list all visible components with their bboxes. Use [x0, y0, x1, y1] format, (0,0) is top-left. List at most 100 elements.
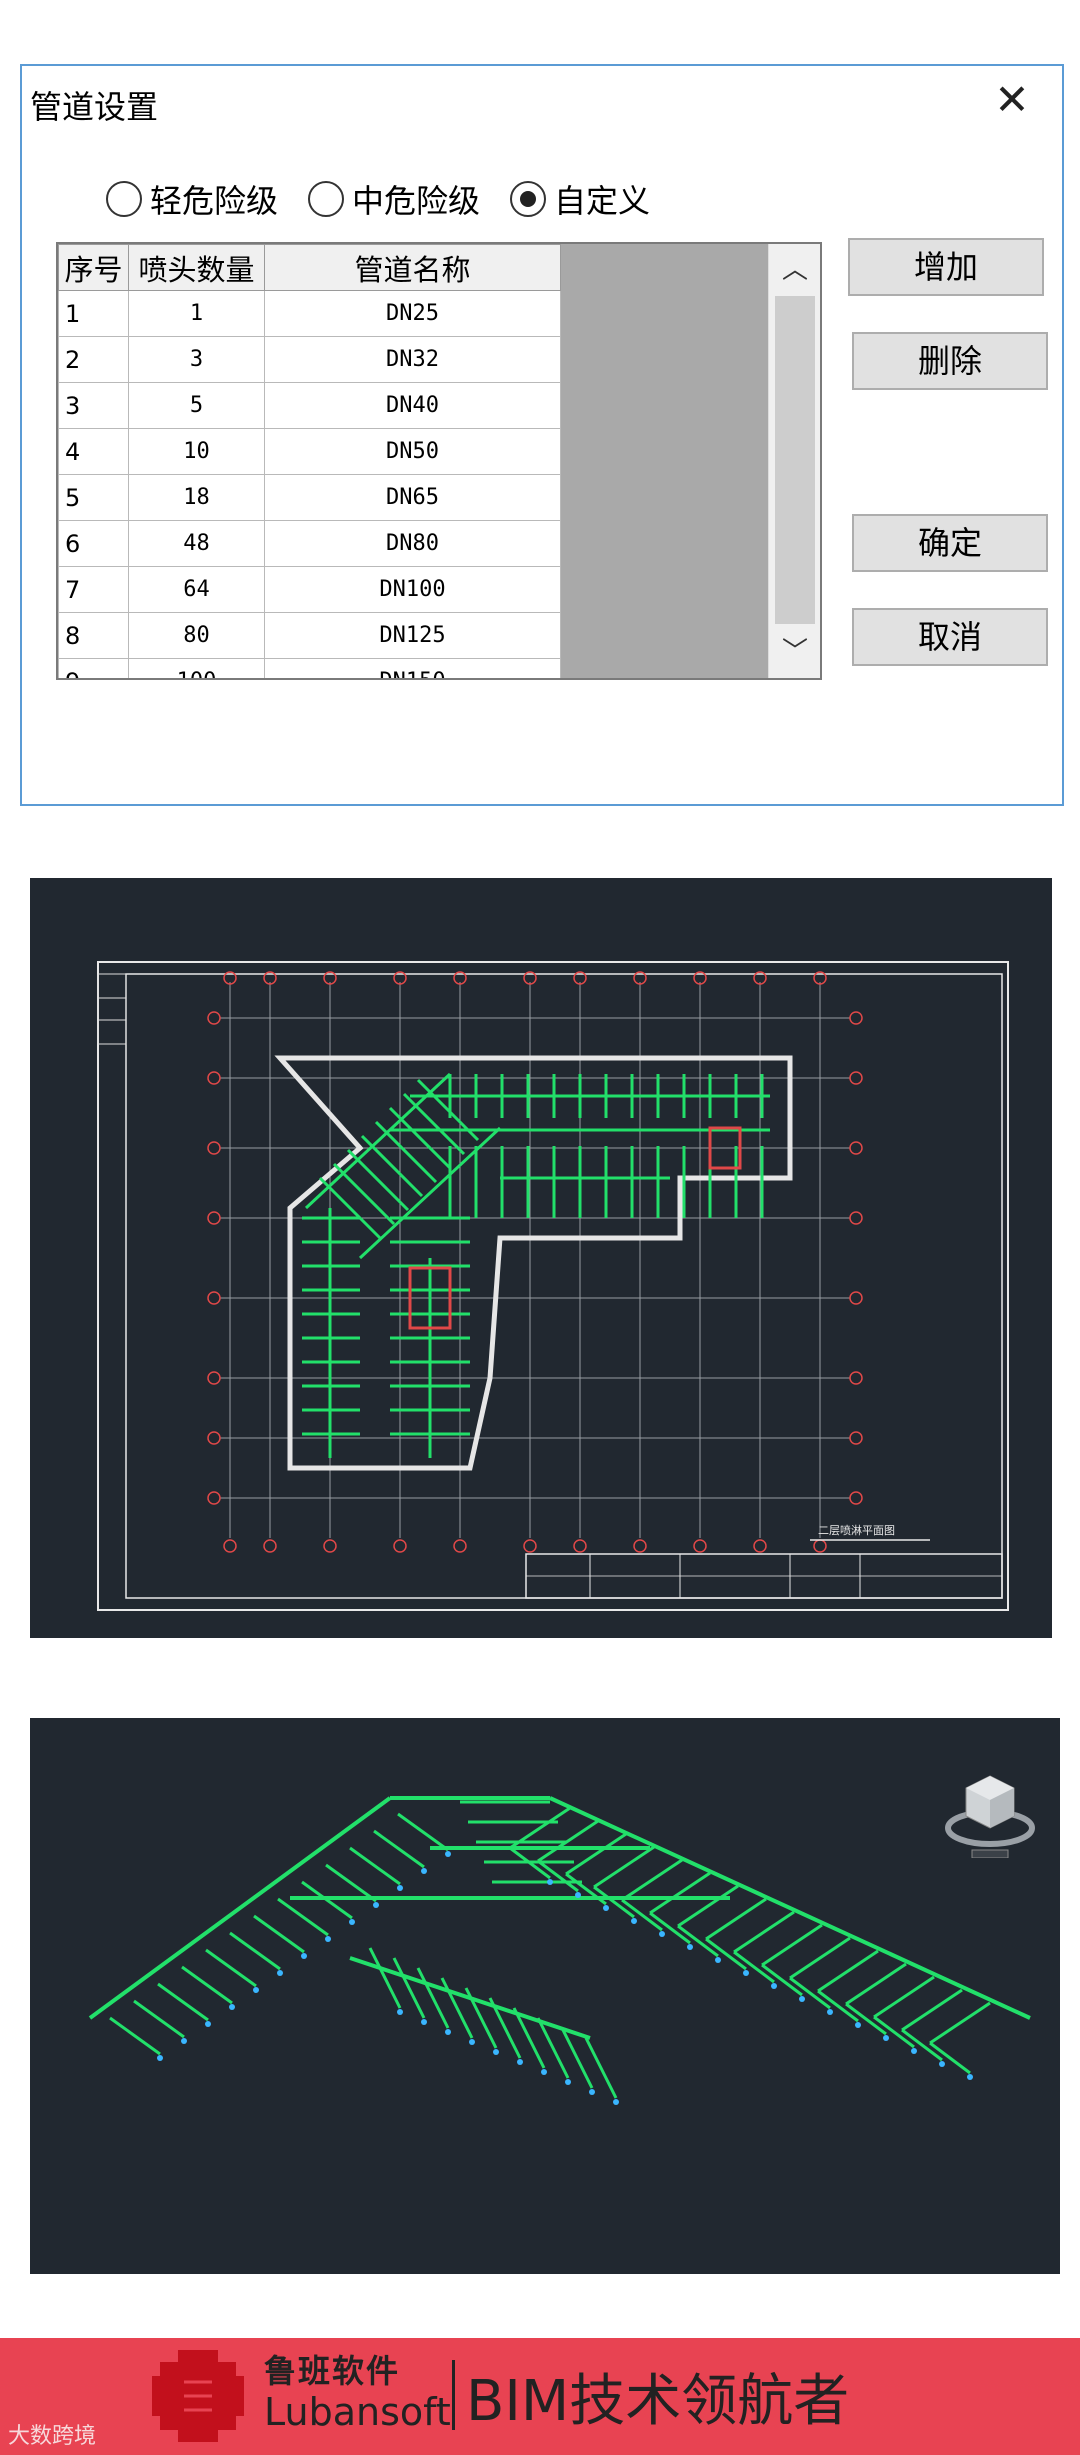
radio-circle-icon [106, 181, 142, 217]
radio-label: 轻危险级 [150, 182, 279, 220]
sprinkler-head [883, 2035, 889, 2041]
cell-pipe-name[interactable]: DN125 [264, 612, 561, 659]
cell-pipe-name[interactable]: DN32 [264, 336, 561, 383]
column-header-sprinkler-count[interactable]: 喷头数量 [128, 244, 265, 291]
plan-title: 二层喷淋平面图 [818, 1524, 895, 1537]
iso-pipe-branch [873, 1975, 935, 2019]
scroll-up-icon[interactable]: ︿ [769, 248, 820, 292]
column-header-pipe-name[interactable]: 管道名称 [264, 244, 561, 291]
axis-bubble [453, 1539, 467, 1553]
axis-bubble [207, 1291, 221, 1305]
cell-pipe-name[interactable]: DN40 [264, 382, 561, 429]
axis-bubble [753, 1539, 767, 1553]
table-row[interactable]: 4 10 DN50 [58, 428, 561, 475]
axis-bubble [849, 1291, 863, 1305]
iso-pipe-branch [565, 1832, 627, 1876]
cell-index[interactable]: 3 [58, 382, 129, 429]
iso-pipe-branch [901, 1988, 963, 2032]
radio-custom[interactable]: 自定义 [510, 176, 650, 222]
iso-pipe-branch [464, 1987, 498, 2049]
cell-index[interactable]: 4 [58, 428, 129, 475]
divider [452, 2360, 455, 2430]
close-icon[interactable]: ✕ [984, 72, 1040, 128]
cell-sprinkler-count[interactable]: 48 [128, 520, 265, 567]
cell-index[interactable]: 6 [58, 520, 129, 567]
axis-bubble [207, 1011, 221, 1025]
axis-bubble [849, 1491, 863, 1505]
cancel-button[interactable]: 取消 [852, 608, 1048, 666]
cell-pipe-name[interactable]: DN150 [264, 658, 561, 678]
cell-pipe-name[interactable]: DN65 [264, 474, 561, 521]
table-row[interactable]: 8 80 DN125 [58, 612, 561, 659]
iso-pipe-branch [133, 1999, 185, 2039]
table-row[interactable]: 5 18 DN65 [58, 474, 561, 521]
cell-index[interactable]: 8 [58, 612, 129, 659]
iso-pipe-branch [593, 1845, 655, 1889]
iso-pipe-branch [761, 1923, 823, 1967]
cell-sprinkler-count[interactable]: 10 [128, 428, 265, 475]
cad-plan-view: 二层喷淋平面图 [30, 878, 1052, 1638]
page: 管道设置 ✕ 轻危险级 中危险级 自定义 序号 喷头数量 管道名称 1 1 DN… [0, 0, 1080, 2455]
pipe-settings-dialog: 管道设置 ✕ 轻危险级 中危险级 自定义 序号 喷头数量 管道名称 1 1 DN… [20, 64, 1064, 806]
sprinkler-head [421, 2019, 427, 2025]
radio-light-hazard[interactable]: 轻危险级 [106, 176, 278, 222]
cell-sprinkler-count[interactable]: 80 [128, 612, 265, 659]
iso-pipe-branch [677, 1884, 739, 1928]
sprinkler-head [421, 1868, 427, 1874]
ok-button[interactable]: 确定 [852, 514, 1048, 572]
pipe-branch [402, 1092, 466, 1156]
table-row[interactable]: 6 48 DN80 [58, 520, 561, 567]
iso-pipe-branch [677, 1924, 719, 1958]
cell-sprinkler-count[interactable]: 1 [128, 290, 265, 337]
cell-index[interactable]: 7 [58, 566, 129, 613]
axis-bubble [693, 1539, 707, 1553]
cell-index[interactable]: 9 [58, 658, 129, 678]
table-row[interactable]: 1 1 DN25 [58, 290, 561, 337]
cell-sprinkler-count[interactable]: 64 [128, 566, 265, 613]
table-row[interactable]: 2 3 DN32 [58, 336, 561, 383]
cad-3d-view [30, 1718, 1060, 2274]
axis-bubble [207, 1431, 221, 1445]
axis-bubble [207, 1071, 221, 1085]
cell-pipe-name[interactable]: DN25 [264, 290, 561, 337]
cell-index[interactable]: 5 [58, 474, 129, 521]
cell-sprinkler-count[interactable]: 18 [128, 474, 265, 521]
brand-footer: 鲁班软件 Lubansoft BIM技术领航者 大数跨境 [0, 2338, 1080, 2455]
axis-bubble [849, 1011, 863, 1025]
sprinkler-head [855, 2022, 861, 2028]
scrollbar-thumb[interactable] [775, 296, 815, 624]
sprinkler-head [715, 1957, 721, 1963]
iso-pipe-branch [157, 1982, 209, 2022]
iso-pipe-branch [817, 1949, 879, 1993]
cell-pipe-name[interactable]: DN100 [264, 566, 561, 613]
column-header-index[interactable]: 序号 [58, 244, 129, 291]
cell-index[interactable]: 2 [58, 336, 129, 383]
cell-sprinkler-count[interactable]: 100 [128, 658, 265, 678]
table-row[interactable]: 7 64 DN100 [58, 566, 561, 613]
iso-pipe-branch [229, 1931, 281, 1971]
cell-sprinkler-count[interactable]: 3 [128, 336, 265, 383]
cell-index[interactable]: 1 [58, 290, 129, 337]
axis-bubble [263, 1539, 277, 1553]
sprinkler-head [301, 1953, 307, 1959]
vertical-scrollbar[interactable]: ︿ ﹀ [768, 244, 820, 678]
cell-sprinkler-count[interactable]: 5 [128, 382, 265, 429]
table-row[interactable]: 3 5 DN40 [58, 382, 561, 429]
sprinkler-head [743, 1970, 749, 1976]
iso-pipe-branch [397, 1812, 449, 1852]
axis-bubble [523, 1539, 537, 1553]
cell-pipe-name[interactable]: DN80 [264, 520, 561, 567]
iso-pipe-branch [584, 2037, 618, 2099]
delete-button[interactable]: 删除 [852, 332, 1048, 390]
iso-pipe-branch [873, 2015, 915, 2049]
radio-medium-hazard[interactable]: 中危险级 [308, 176, 480, 222]
sprinkler-head [325, 1936, 331, 1942]
axis-bubble [813, 1539, 827, 1553]
table-row[interactable]: 9100DN150 [58, 658, 561, 678]
slogan: BIM技术领航者 [466, 2369, 850, 2434]
scroll-down-icon[interactable]: ﹀ [769, 630, 820, 674]
viewcube-icon[interactable] [942, 1762, 1038, 1858]
iso-pipe-branch [733, 1910, 795, 1954]
cell-pipe-name[interactable]: DN50 [264, 428, 561, 475]
add-button[interactable]: 增加 [848, 238, 1044, 296]
